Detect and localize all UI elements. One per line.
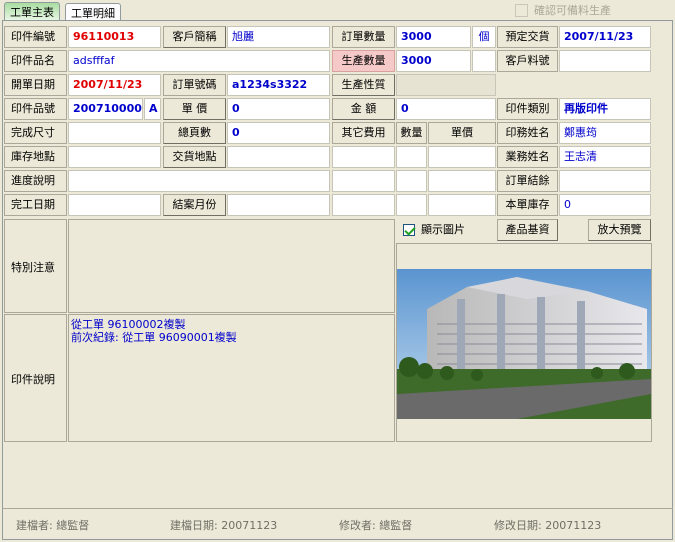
unit-field[interactable]: 個: [472, 26, 496, 48]
other-cost-qty-3[interactable]: [396, 194, 427, 216]
label-print-no: 印件編號: [4, 26, 67, 48]
special-note-textarea[interactable]: [68, 219, 395, 313]
production-unit-field[interactable]: [472, 50, 496, 72]
label-unit-price2: 單價: [428, 122, 496, 144]
order-closing-field[interactable]: [559, 170, 651, 192]
production-qty-button[interactable]: 生產數量: [332, 50, 395, 72]
delivery-location-field[interactable]: [227, 146, 330, 168]
other-cost-name-1[interactable]: [332, 146, 395, 168]
label-finished-size: 完成尺寸: [4, 122, 67, 144]
modify-date-text: 修改日期: 20071123: [494, 519, 602, 532]
label-other-costs: 其它費用: [332, 122, 395, 144]
label-open-date: 開單日期: [4, 74, 67, 96]
production-type-field[interactable]: [396, 74, 496, 96]
label-current-stock: 本單庫存: [497, 194, 558, 216]
print-product-suffix-field[interactable]: A: [144, 98, 161, 120]
print-name-field[interactable]: adsfffaf: [68, 50, 330, 72]
other-cost-price-1[interactable]: [428, 146, 496, 168]
other-cost-price-2[interactable]: [428, 170, 496, 192]
label-order-qty: 訂單數量: [332, 26, 395, 48]
building-image: [397, 269, 651, 419]
production-type-button[interactable]: 生產性質: [332, 74, 395, 96]
label-expected-delivery: 預定交貨: [497, 26, 558, 48]
label-special-note: 特別注意: [11, 261, 55, 274]
label-finish-date: 完工日期: [4, 194, 67, 216]
progress-note-field[interactable]: [68, 170, 330, 192]
closing-month-button[interactable]: 結案月份: [163, 194, 226, 216]
product-image: [397, 269, 651, 419]
other-cost-qty-2[interactable]: [396, 170, 427, 192]
footer: 建檔者: 總監督 建檔日期: 20071123 修改者: 總監督 修改日期: 2…: [2, 508, 673, 540]
show-image-label: 顯示圖片: [421, 223, 465, 236]
special-note-label-box: 特別注意: [4, 219, 67, 313]
zoom-preview-button[interactable]: 放大預覽: [588, 219, 651, 241]
other-cost-qty-1[interactable]: [396, 146, 427, 168]
label-qty: 數量: [396, 122, 427, 144]
label-print-product-no: 印件品號: [4, 98, 67, 120]
label-customer-material: 客戶料號: [497, 50, 558, 72]
tab-main[interactable]: 工單主表: [4, 2, 60, 20]
label-print-note: 印件說明: [11, 373, 55, 386]
customer-short-button[interactable]: 客戶簡稱: [163, 26, 226, 48]
label-progress-note: 進度說明: [4, 170, 67, 192]
print-staff-field[interactable]: 鄭惠筠: [559, 122, 651, 144]
finish-date-field[interactable]: [68, 194, 161, 216]
print-note-label-box: 印件說明: [4, 314, 67, 442]
label-order-closing: 訂單結餘: [497, 170, 558, 192]
creator-text: 建檔者: 總監督: [16, 519, 90, 532]
print-note-textarea[interactable]: 從工單 96100002複製 前次紀錄: 從工單 96090001複製: [68, 314, 395, 442]
total-pages-field[interactable]: 0: [227, 122, 330, 144]
label-storage-location: 庫存地點: [4, 146, 67, 168]
product-basic-button[interactable]: 產品基資: [497, 219, 558, 241]
create-date-text: 建檔日期: 20071123: [170, 519, 278, 532]
production-qty-field[interactable]: 3000: [396, 50, 471, 72]
tab-bar: 工單主表 工單明細 確認可備料生產: [0, 0, 675, 20]
label-sales-name: 業務姓名: [497, 146, 558, 168]
modifier-text: 修改者: 總監督: [339, 519, 413, 532]
label-print-name: 印件品名: [4, 50, 67, 72]
delivery-location-button[interactable]: 交貨地點: [163, 146, 226, 168]
customer-short-field[interactable]: 旭麗: [227, 26, 330, 48]
amount-field[interactable]: 0: [396, 98, 496, 120]
checkbox-icon: [515, 3, 528, 17]
show-image-toggle[interactable]: 顯示圖片: [397, 219, 497, 241]
other-cost-name-2[interactable]: [332, 170, 395, 192]
current-stock-field[interactable]: 0: [559, 194, 651, 216]
print-no-field[interactable]: 96110013: [68, 26, 161, 48]
order-no-field[interactable]: a1234s3322: [227, 74, 330, 96]
unit-price-field[interactable]: 0: [227, 98, 330, 120]
confirm-spare-checkbox: 確認可備料生產: [515, 2, 611, 18]
confirm-spare-label: 確認可備料生產: [534, 4, 611, 17]
open-date-field[interactable]: 2007/11/23: [68, 74, 161, 96]
total-pages-button[interactable]: 總頁數: [163, 122, 226, 144]
order-qty-field[interactable]: 3000: [396, 26, 471, 48]
other-cost-name-3[interactable]: [332, 194, 395, 216]
closing-month-field[interactable]: [227, 194, 330, 216]
sales-name-field[interactable]: 王志清: [559, 146, 651, 168]
tab-detail[interactable]: 工單明細: [65, 3, 121, 20]
other-cost-price-3[interactable]: [428, 194, 496, 216]
storage-location-field[interactable]: [68, 146, 161, 168]
label-order-no: 訂單號碼: [163, 74, 226, 96]
unit-price-button[interactable]: 單 價: [163, 98, 226, 120]
amount-button[interactable]: 金 額: [332, 98, 395, 120]
customer-material-field[interactable]: [559, 50, 651, 72]
finished-size-field[interactable]: [68, 122, 161, 144]
label-print-category: 印件類別: [497, 98, 558, 120]
expected-delivery-field[interactable]: 2007/11/23: [559, 26, 651, 48]
label-print-staff: 印務姓名: [497, 122, 558, 144]
checkbox-checked-icon: [403, 224, 415, 236]
print-category-field[interactable]: 再版印件: [559, 98, 651, 120]
print-product-no-field[interactable]: 2007100002: [68, 98, 143, 120]
